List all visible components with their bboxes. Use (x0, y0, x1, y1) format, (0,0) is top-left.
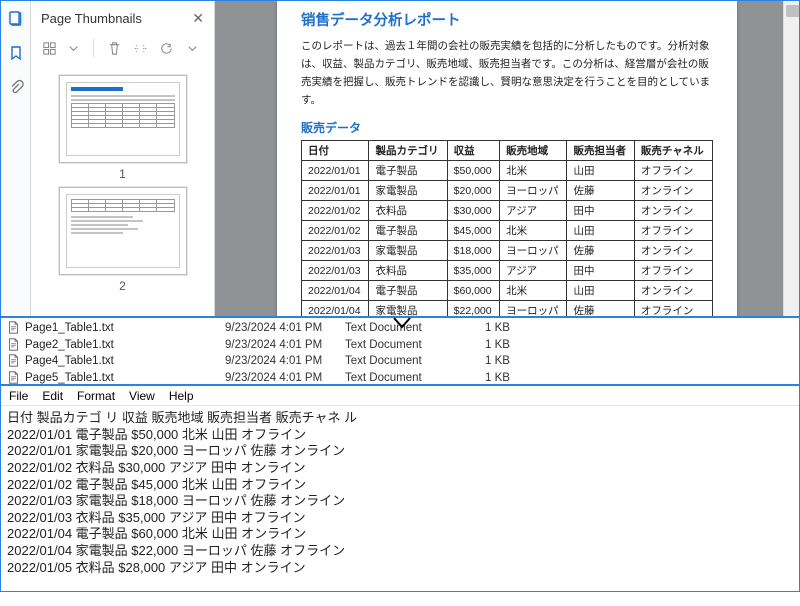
thumbnails-panel: Page Thumbnails ✕ 1 (31, 1, 215, 316)
report-intro: このレポートは、過去１年間の会社の販売実績を包括的に分析したものです。分析対象は… (301, 38, 713, 109)
trash-icon[interactable] (106, 40, 122, 56)
file-name: Page2_Table1.txt (25, 339, 225, 351)
thumbnails-header: Page Thumbnails ✕ (31, 1, 214, 35)
zoom-out-icon[interactable] (132, 40, 148, 56)
table-row: 2022/01/01電子製品$50,000北米山田オフライン (302, 161, 713, 181)
page-thumbnail[interactable] (59, 75, 187, 163)
table-row: 2022/01/03家電製品$18,000ヨーロッパ佐藤オンライン (302, 241, 713, 261)
table-row: 2022/01/04家電製品$22,000ヨーロッパ佐藤オフライン (302, 301, 713, 316)
chevron-down-icon[interactable] (184, 40, 200, 56)
thumbnail-page-num: 2 (41, 279, 204, 293)
column-header: 製品カテゴリ (369, 141, 447, 161)
file-row[interactable]: Page2_Table1.txt9/23/2024 4:01 PMText Do… (1, 337, 799, 354)
section-heading: 販売データ (301, 119, 713, 136)
file-date: 9/23/2024 4:01 PM (225, 339, 345, 351)
column-header: 収益 (447, 141, 499, 161)
menu-view[interactable]: View (129, 389, 155, 403)
page-thumbnail[interactable] (59, 187, 187, 275)
table-row: 2022/01/02衣料品$30,000アジア田中オンライン (302, 201, 713, 221)
rotate-icon[interactable] (158, 40, 174, 56)
thumbnail-page-num: 1 (41, 167, 204, 181)
grid-icon[interactable] (41, 40, 57, 56)
attachment-icon[interactable] (8, 79, 24, 95)
file-type: Text Document (345, 322, 485, 334)
file-size: 1 KB (485, 339, 545, 351)
chevron-down-icon[interactable] (65, 40, 81, 56)
vertical-scrollbar[interactable] (783, 1, 799, 316)
navigation-rail (1, 1, 31, 316)
scrollbar-thumb[interactable] (786, 5, 799, 17)
file-name: Page5_Table1.txt (25, 372, 225, 384)
thumbnails-title: Page Thumbnails (41, 11, 142, 26)
bookmark-icon[interactable] (8, 45, 24, 61)
document-page: 销售データ分析レポート このレポートは、過去１年間の会社の販売実績を包括的に分析… (277, 1, 737, 316)
document-viewport[interactable]: 销售データ分析レポート このレポートは、過去１年間の会社の販売実績を包括的に分析… (215, 1, 799, 316)
text-file-icon (7, 338, 21, 352)
file-size: 1 KB (485, 355, 545, 367)
file-size: 1 KB (485, 322, 545, 334)
menubar: File Edit Format View Help (1, 386, 799, 406)
file-type: Text Document (345, 372, 485, 384)
file-type: Text Document (345, 339, 485, 351)
thumbnails-list[interactable]: 1 2 (31, 63, 214, 316)
table-row: 2022/01/02電子製品$45,000北米山田オフライン (302, 221, 713, 241)
menu-format[interactable]: Format (77, 389, 115, 403)
thumbnails-icon[interactable] (8, 11, 24, 27)
column-header: 日付 (302, 141, 369, 161)
file-date: 9/23/2024 4:01 PM (225, 372, 345, 384)
notepad-pane: File Edit Format View Help 日付 製品カテゴ リ 収益… (0, 386, 800, 592)
file-date: 9/23/2024 4:01 PM (225, 322, 345, 334)
file-name: Page1_Table1.txt (25, 322, 225, 334)
file-row[interactable]: Page4_Table1.txt9/23/2024 4:01 PMText Do… (1, 353, 799, 370)
thumbnails-toolbar (31, 35, 214, 63)
table-row: 2022/01/03衣料品$35,000アジア田中オフライン (302, 261, 713, 281)
sales-table: 日付製品カテゴリ収益販売地域販売担当者販売チャネル 2022/01/01電子製品… (301, 140, 713, 316)
arrow-down-icon (392, 316, 412, 330)
column-header: 販売担当者 (567, 141, 634, 161)
column-header: 販売チャネル (634, 141, 712, 161)
report-title: 销售データ分析レポート (301, 9, 713, 30)
close-icon[interactable]: ✕ (192, 10, 204, 27)
text-file-icon (7, 321, 21, 335)
text-file-icon (7, 354, 21, 368)
pdf-viewer-pane: Page Thumbnails ✕ 1 (0, 0, 800, 318)
table-row: 2022/01/04電子製品$60,000北米山田オンライン (302, 281, 713, 301)
menu-edit[interactable]: Edit (42, 389, 63, 403)
menu-file[interactable]: File (9, 389, 28, 403)
file-date: 9/23/2024 4:01 PM (225, 355, 345, 367)
file-size: 1 KB (485, 372, 545, 384)
table-row: 2022/01/01家電製品$20,000ヨーロッパ佐藤オンライン (302, 181, 713, 201)
column-header: 販売地域 (500, 141, 567, 161)
text-file-icon (7, 371, 21, 385)
file-row[interactable]: Page5_Table1.txt9/23/2024 4:01 PMText Do… (1, 370, 799, 387)
notepad-text-area[interactable]: 日付 製品カテゴ リ 収益 販売地域 販売担当者 販売チャネ ル 2022/01… (1, 406, 799, 591)
file-name: Page4_Table1.txt (25, 355, 225, 367)
file-type: Text Document (345, 355, 485, 367)
menu-help[interactable]: Help (169, 389, 194, 403)
